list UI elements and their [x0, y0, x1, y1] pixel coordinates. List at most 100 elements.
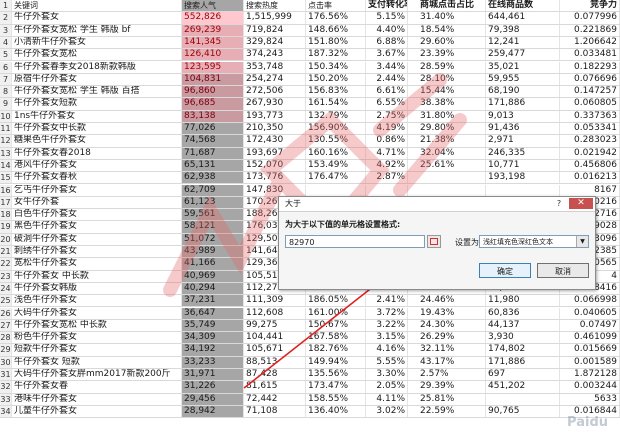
search-popularity-cell[interactable]: 71,687	[182, 147, 244, 159]
ctr-cell[interactable]: 136.40%	[306, 405, 366, 418]
online-items-cell[interactable]: 68,190	[486, 86, 560, 98]
keyword-cell[interactable]: 牛仔外套女韩版	[12, 282, 182, 295]
keyword-cell[interactable]: 牛仔外套女宽松	[12, 49, 182, 61]
competition-cell[interactable]: 0.003244	[560, 381, 620, 393]
conversion-cell[interactable]: 3.44%	[366, 61, 408, 73]
online-items-cell[interactable]: 451,202	[486, 381, 560, 393]
online-items-cell[interactable]: 644,461	[486, 12, 560, 24]
search-heat-cell[interactable]: 105,671	[244, 344, 306, 356]
search-popularity-cell[interactable]: 126,410	[182, 49, 244, 61]
competition-cell[interactable]: 0.053341	[560, 123, 620, 135]
search-popularity-cell[interactable]: 62,938	[182, 172, 244, 184]
mall-ctr-cell[interactable]: 43.17%	[408, 356, 486, 368]
keyword-cell[interactable]: 女牛仔外套	[12, 196, 182, 209]
search-heat-cell[interactable]: 353,748	[244, 61, 306, 73]
online-items-cell[interactable]: 246,335	[486, 147, 560, 159]
search-popularity-cell[interactable]: 36,647	[182, 307, 244, 319]
search-heat-cell[interactable]: 99,275	[244, 319, 306, 332]
search-heat-cell[interactable]: 152,070	[244, 159, 306, 172]
mall-ctr-cell[interactable]: 29.39%	[408, 381, 486, 393]
keyword-cell[interactable]: 牛仔外套女宽松 中长款	[12, 319, 182, 332]
search-popularity-cell[interactable]: 83,138	[182, 110, 244, 122]
row-number[interactable]: 28	[0, 332, 12, 344]
column-header-keyword[interactable]: 关键词	[12, 0, 182, 12]
keyword-cell[interactable]: 粉色牛仔外套女	[12, 332, 182, 344]
search-popularity-cell[interactable]: 62,709	[182, 184, 244, 196]
keyword-cell[interactable]: 1ns牛仔外套女	[12, 110, 182, 122]
threshold-input[interactable]: 82970	[285, 235, 425, 248]
competition-cell[interactable]: 0.456806	[560, 159, 620, 172]
mall-ctr-cell[interactable]: 15.44%	[408, 86, 486, 98]
search-heat-cell[interactable]: 88,513	[244, 356, 306, 368]
search-popularity-cell[interactable]: 104,831	[182, 73, 244, 86]
conversion-cell[interactable]: 3.72%	[366, 307, 408, 319]
row-number[interactable]: 8	[0, 86, 12, 98]
search-heat-cell[interactable]: 272,506	[244, 86, 306, 98]
online-items-cell[interactable]	[486, 184, 560, 196]
conversion-cell[interactable]: 3.15%	[366, 332, 408, 344]
competition-cell[interactable]: 0.337363	[560, 110, 620, 122]
competition-cell[interactable]: 8167	[560, 184, 620, 196]
online-items-cell[interactable]: 35,021	[486, 61, 560, 73]
keyword-cell[interactable]: 大码牛仔外套女	[12, 307, 182, 319]
conversion-cell[interactable]: 6.55%	[366, 98, 408, 110]
mall-ctr-cell[interactable]: 25.61%	[408, 159, 486, 172]
competition-cell[interactable]: 0.182293	[560, 61, 620, 73]
row-number[interactable]: 34	[0, 405, 12, 418]
cancel-button[interactable]: 取消	[537, 263, 589, 278]
online-items-cell[interactable]	[486, 393, 560, 405]
ctr-cell[interactable]: 161.54%	[306, 98, 366, 110]
competition-cell[interactable]: 1.206642	[560, 36, 620, 49]
conversion-cell[interactable]: 4.11%	[366, 393, 408, 405]
search-popularity-cell[interactable]: 51,072	[182, 233, 244, 245]
column-header-search-popularity[interactable]: 搜索人气	[182, 0, 244, 12]
competition-cell[interactable]: 0.001589	[560, 356, 620, 368]
ctr-cell[interactable]: 186.05%	[306, 295, 366, 307]
search-popularity-cell[interactable]: 74,568	[182, 135, 244, 147]
row-number[interactable]: 1	[0, 0, 12, 12]
keyword-cell[interactable]: 浅色牛仔外套女	[12, 295, 182, 307]
search-heat-cell[interactable]: 172,430	[244, 135, 306, 147]
search-popularity-cell[interactable]: 40,294	[182, 282, 244, 295]
keyword-cell[interactable]: 刺绣牛仔外套女	[12, 246, 182, 258]
online-items-cell[interactable]: 59,955	[486, 73, 560, 86]
competition-cell[interactable]: 0.07497	[560, 319, 620, 332]
column-header-ctr[interactable]: 点击率	[306, 0, 366, 12]
conversion-cell[interactable]: 6.88%	[366, 36, 408, 49]
conversion-cell[interactable]: 2.87%	[366, 172, 408, 184]
conversion-cell[interactable]: 5.55%	[366, 356, 408, 368]
row-number[interactable]: 27	[0, 319, 12, 332]
row-number[interactable]: 4	[0, 36, 12, 49]
keyword-cell[interactable]: 牛仔外套女 短款	[12, 356, 182, 368]
search-heat-cell[interactable]: 267,930	[244, 98, 306, 110]
row-number[interactable]: 6	[0, 61, 12, 73]
mall-ctr-cell[interactable]: 28.59%	[408, 61, 486, 73]
row-number[interactable]: 18	[0, 209, 12, 221]
ctr-cell[interactable]: 176.47%	[306, 172, 366, 184]
search-heat-cell[interactable]: 210,350	[244, 123, 306, 135]
ctr-cell[interactable]: 167.58%	[306, 332, 366, 344]
conversion-cell[interactable]: 4.40%	[366, 24, 408, 36]
search-popularity-cell[interactable]: 34,192	[182, 344, 244, 356]
row-number[interactable]: 22	[0, 258, 12, 270]
mall-ctr-cell[interactable]: 23.39%	[408, 49, 486, 61]
conversion-cell[interactable]: 4.16%	[366, 344, 408, 356]
search-heat-cell[interactable]: 147,830	[244, 184, 306, 196]
keyword-cell[interactable]: 港风牛仔外套女	[12, 159, 182, 172]
row-number[interactable]: 33	[0, 393, 12, 405]
row-number[interactable]: 15	[0, 172, 12, 184]
conversion-cell[interactable]: 6.61%	[366, 86, 408, 98]
ctr-cell[interactable]: 150.67%	[306, 319, 366, 332]
keyword-cell[interactable]: 牛仔外套女中长款	[12, 123, 182, 135]
mall-ctr-cell[interactable]: 32.11%	[408, 344, 486, 356]
competition-cell[interactable]: 0.221869	[560, 24, 620, 36]
online-items-cell[interactable]: 11,980	[486, 295, 560, 307]
row-number[interactable]: 11	[0, 123, 12, 135]
row-number[interactable]: 32	[0, 381, 12, 393]
search-heat-cell[interactable]: 374,243	[244, 49, 306, 61]
chevron-down-icon[interactable]: ▼	[576, 236, 588, 247]
mall-ctr-cell[interactable]	[408, 184, 486, 196]
mall-ctr-cell[interactable]: 26.29%	[408, 332, 486, 344]
column-header-competition[interactable]: 竞争力	[560, 0, 620, 12]
row-number[interactable]: 21	[0, 246, 12, 258]
